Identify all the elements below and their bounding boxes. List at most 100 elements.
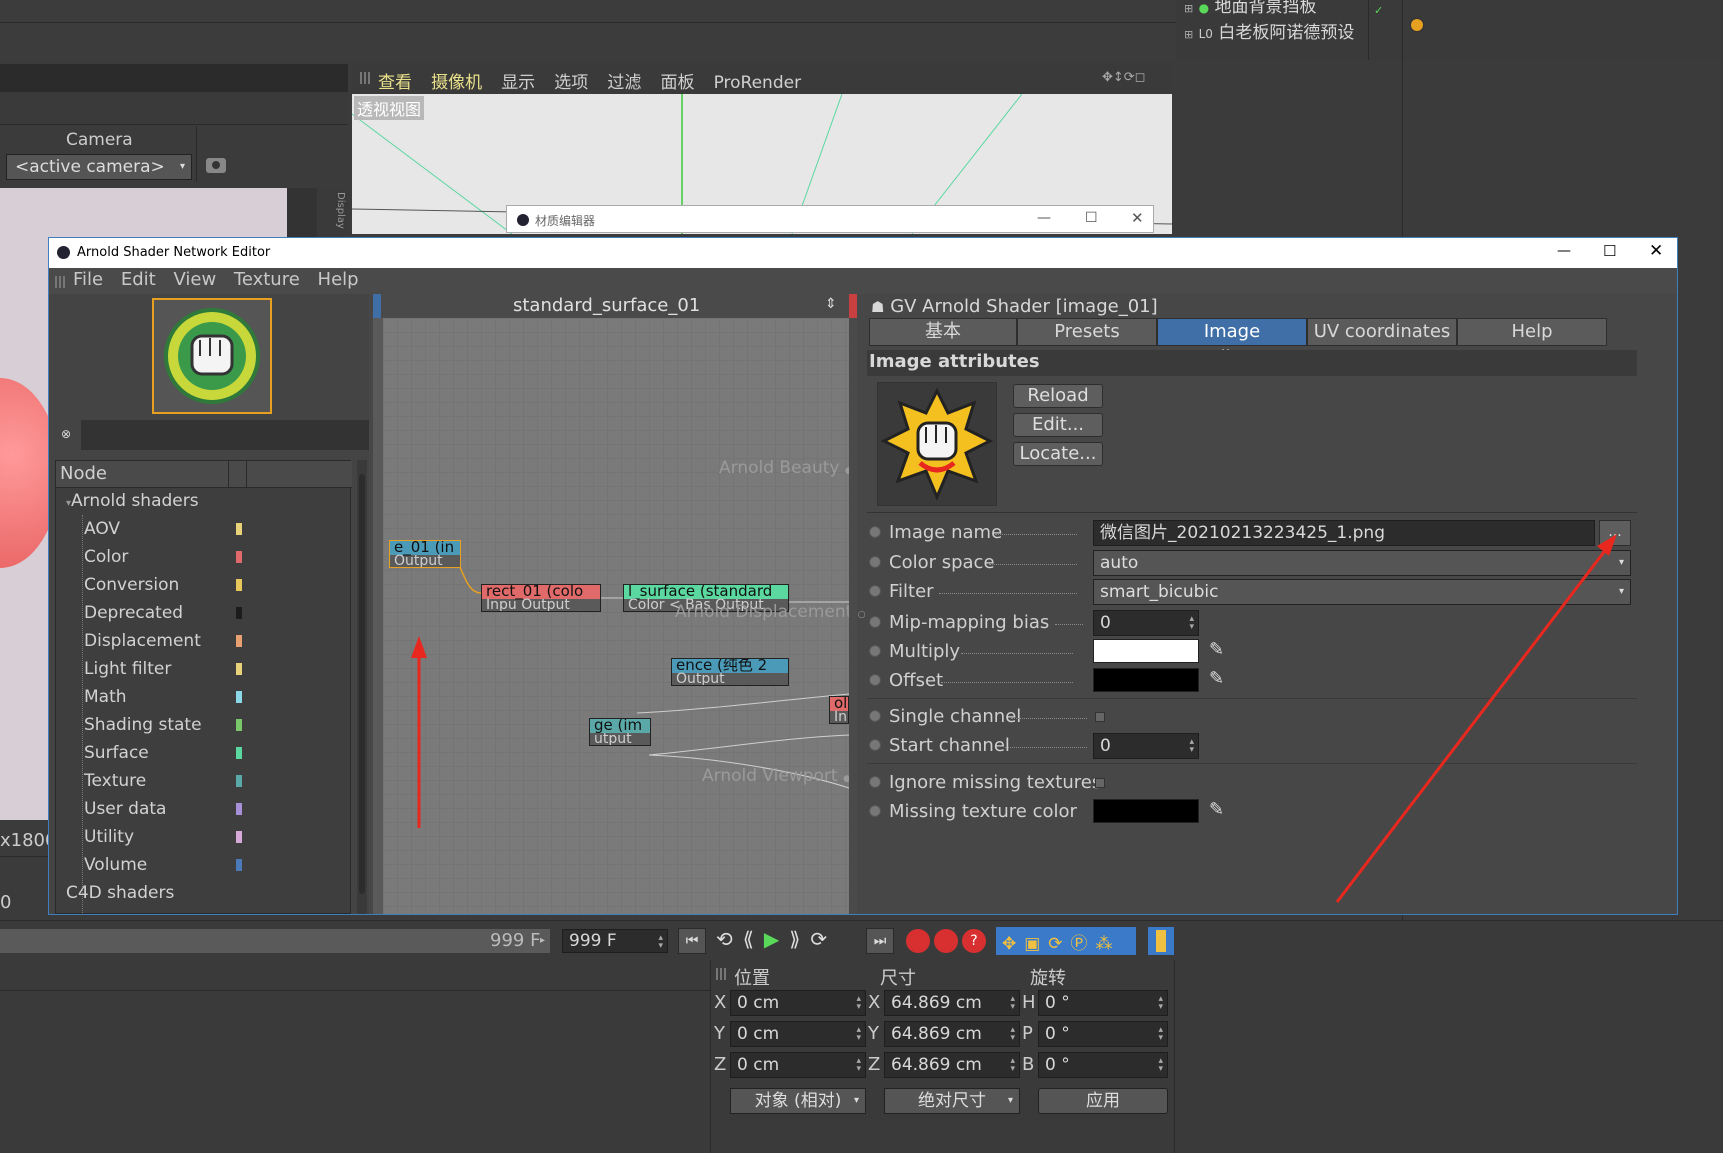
tree-item[interactable]: AOV	[84, 519, 120, 539]
eyedropper-icon[interactable]: ✎	[1209, 639, 1224, 660]
tree-header-node[interactable]: Node	[60, 463, 107, 484]
tree-item[interactable]: Math	[84, 687, 127, 707]
network-editor[interactable]: standard_surface_01 ⇕ e_01 (in Output re…	[373, 294, 866, 914]
reload-button[interactable]: Reload	[1013, 384, 1103, 408]
offset-color-swatch[interactable]	[1093, 668, 1199, 692]
tab-image-attributes[interactable]: Image attributes	[1157, 318, 1307, 368]
arnold-shader-network-editor[interactable]: Arnold Shader Network Editor — ☐ ✕ File …	[48, 237, 1678, 915]
rotation-b-input[interactable]: 0 ° ▴ ▾	[1038, 1052, 1168, 1078]
key-mode-buttons[interactable]: ✥▣⟳Ⓟ⁂	[996, 927, 1136, 955]
keyframe-dot-icon[interactable]	[869, 585, 881, 597]
camera-icon[interactable]	[206, 158, 226, 173]
drag-handle-icon[interactable]	[716, 968, 726, 980]
tree-item[interactable]: User data	[84, 799, 166, 819]
arnold-titlebar[interactable]: Arnold Shader Network Editor — ☐ ✕	[49, 238, 1677, 268]
size-x-input[interactable]: 64.869 cm ▴ ▾	[884, 990, 1020, 1016]
multiply-color-swatch[interactable]	[1093, 639, 1199, 663]
tree-item[interactable]: Conversion	[84, 575, 179, 595]
position-y-input[interactable]: 0 cm ▴ ▾	[730, 1021, 866, 1047]
frame-slider[interactable]: 999 F ▸	[0, 929, 550, 953]
drag-handle-icon[interactable]	[55, 276, 65, 288]
keyframe-dot-icon[interactable]	[869, 674, 881, 686]
clear-search-icon[interactable]: ⊗	[61, 427, 71, 441]
size-z-input[interactable]: 64.869 cm ▴ ▾	[884, 1052, 1020, 1078]
splitter[interactable]	[849, 318, 857, 914]
tab-uv-coordinates[interactable]: UV coordinates	[1307, 318, 1457, 346]
tree-item[interactable]: Shading state	[84, 715, 202, 735]
keyframe-dot-icon[interactable]	[869, 526, 881, 538]
menu-prorender[interactable]: ProRender	[714, 73, 802, 93]
tree-item[interactable]: Surface	[84, 743, 149, 763]
node-search-input[interactable]	[81, 420, 369, 450]
autokey-icon[interactable]	[934, 929, 958, 953]
color-space-select[interactable]: auto ▾	[1093, 550, 1631, 576]
eyedropper-icon[interactable]: ✎	[1209, 668, 1224, 689]
keyframe-dot-icon[interactable]	[869, 710, 881, 722]
tree-item[interactable]: Utility	[84, 827, 134, 847]
position-z-input[interactable]: 0 cm ▴ ▾	[730, 1052, 866, 1078]
size-y-input[interactable]: 64.869 cm ▴ ▾	[884, 1021, 1020, 1047]
playback-controls[interactable]: ⟲⟪▶⟫⟳	[716, 927, 837, 951]
film-strip-icon[interactable]	[1148, 927, 1174, 955]
node-color-correct[interactable]: rect_01 (colo Inpu Output	[481, 584, 601, 612]
image-preview[interactable]	[877, 382, 997, 506]
node-reference[interactable]: ence (纯色 2 Output	[671, 658, 789, 686]
port-arnold-beauty[interactable]: Arnold Beauty ●	[719, 458, 853, 478]
object-item[interactable]: ⊞ L0 白老板阿诺德预设	[1184, 18, 1354, 43]
goto-start-button[interactable]: ⏮	[678, 928, 706, 954]
close-button[interactable]: ✕	[1649, 241, 1663, 261]
tree-item[interactable]: Color	[84, 547, 128, 567]
node-image-02[interactable]: ge (im utput	[589, 718, 651, 746]
keyframe-dot-icon[interactable]	[869, 739, 881, 751]
browse-button[interactable]: ...	[1599, 520, 1631, 546]
tree-scrollbar[interactable]	[357, 460, 367, 914]
coord-mode-select[interactable]: 对象 (相对) ▾	[730, 1088, 866, 1114]
maximize-button[interactable]: ☐	[1085, 210, 1098, 226]
keyframe-dot-icon[interactable]	[869, 805, 881, 817]
maximize-button[interactable]: ☐	[1603, 242, 1616, 260]
tree-item-c4d-shaders[interactable]: C4D shaders	[66, 883, 174, 899]
material-editor-window[interactable]: 材质编辑器 — ☐ ✕	[506, 205, 1154, 233]
side-tab-display[interactable]: Display	[335, 192, 346, 229]
menu-edit[interactable]: Edit	[121, 269, 156, 290]
port-arnold-viewport[interactable]: Arnold Viewport ●	[702, 766, 851, 786]
tab-basic[interactable]: 基本	[869, 318, 1017, 346]
menu-display[interactable]: 显示	[501, 73, 535, 93]
mip-bias-input[interactable]: 0 ▴ ▾	[1093, 610, 1199, 636]
record-icon[interactable]	[906, 929, 930, 953]
locate-button[interactable]: Locate...	[1013, 442, 1103, 466]
missing-color-swatch[interactable]	[1093, 799, 1199, 823]
menu-view[interactable]: 查看	[378, 73, 412, 93]
drag-handle-icon[interactable]	[360, 72, 370, 84]
keyframe-dot-icon[interactable]	[869, 645, 881, 657]
apply-button[interactable]: 应用	[1038, 1088, 1168, 1114]
filter-select[interactable]: smart_bicubic ▾	[1093, 579, 1631, 605]
tree-item[interactable]: Displacement	[84, 631, 201, 651]
tree-item[interactable]: Light filter	[84, 659, 171, 679]
menu-camera[interactable]: 摄像机	[431, 73, 482, 93]
minimize-button[interactable]: —	[1557, 243, 1571, 259]
tree-item[interactable]: Volume	[84, 855, 147, 875]
tree-item[interactable]: Deprecated	[84, 603, 183, 623]
menu-options[interactable]: 选项	[554, 73, 588, 93]
end-frame-input[interactable]: 999 F ▴ ▾	[562, 929, 668, 953]
material-preview[interactable]	[152, 298, 272, 414]
tree-root[interactable]: ▾Arnold shaders	[66, 491, 199, 511]
start-channel-input[interactable]: 0 ▴ ▾	[1093, 733, 1199, 759]
minimize-button[interactable]: —	[1037, 210, 1051, 226]
menu-file[interactable]: File	[73, 269, 103, 290]
tree-item[interactable]: Texture	[84, 771, 146, 791]
close-button[interactable]: ✕	[1131, 209, 1144, 227]
no-entry-icon[interactable]	[1410, 18, 1424, 32]
node-image-01[interactable]: e_01 (in Output	[389, 540, 461, 568]
position-x-input[interactable]: 0 cm ▴ ▾	[730, 990, 866, 1016]
rotation-p-input[interactable]: 0 ° ▴ ▾	[1038, 1021, 1168, 1047]
node-partial[interactable]: ol In	[829, 696, 849, 724]
menu-panel[interactable]: 面板	[660, 73, 694, 93]
help-key-icon[interactable]: ?	[962, 929, 986, 953]
edit-button[interactable]: Edit...	[1013, 413, 1103, 437]
eyedropper-icon[interactable]: ✎	[1209, 799, 1224, 820]
port-arnold-displacement[interactable]: Arnold Displacement ○	[675, 602, 866, 622]
network-canvas[interactable]: e_01 (in Output rect_01 (colo Inpu Outpu…	[383, 318, 866, 914]
keyframe-dot-icon[interactable]	[869, 776, 881, 788]
